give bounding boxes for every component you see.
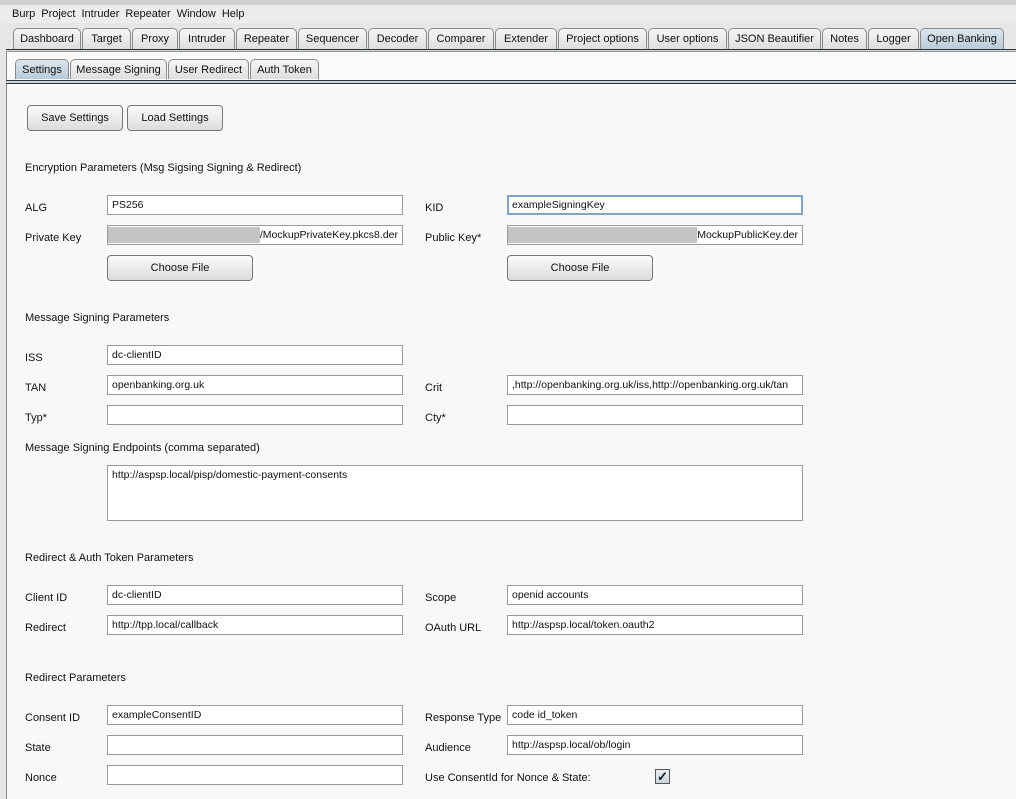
nonce-field[interactable] (107, 765, 403, 785)
public-key-filename: MockupPublicKey.der (697, 229, 798, 241)
response-type-label: Response Type (425, 712, 502, 724)
tab-proxy[interactable]: Proxy (132, 28, 178, 49)
tab-repeater[interactable]: Repeater (236, 28, 297, 49)
oauth-url-label: OAuth URL (425, 622, 482, 634)
audience-label: Audience (425, 742, 471, 754)
tab-dashboard[interactable]: Dashboard (13, 28, 81, 49)
consent-id-label: Consent ID (25, 712, 81, 724)
client-id-label: Client ID (25, 592, 68, 604)
menu-bar: Burp Project Intruder Repeater Window Help (0, 5, 1016, 23)
save-settings-button[interactable]: Save Settings (27, 105, 123, 131)
tab-open-banking[interactable]: Open Banking (920, 28, 1004, 49)
tab-user-options[interactable]: User options (648, 28, 727, 49)
tab-sequencer[interactable]: Sequencer (298, 28, 367, 49)
tab-project-options[interactable]: Project options (558, 28, 647, 49)
use-consent-id-checkbox[interactable]: ✓ (655, 769, 670, 784)
public-key-field[interactable]: MockupPublicKey.der (507, 225, 803, 245)
private-key-filename: /MockupPrivateKey.pkcs8.der (259, 229, 398, 241)
tab-target[interactable]: Target (82, 28, 131, 49)
section-encryption: Encryption Parameters (Msg Sigsing Signi… (25, 162, 302, 174)
typ-field[interactable] (107, 405, 403, 425)
scope-field[interactable]: openid accounts (507, 585, 803, 605)
tab-logger[interactable]: Logger (868, 28, 919, 49)
tab-extender[interactable]: Extender (495, 28, 557, 49)
response-type-field[interactable]: code id_token (507, 705, 803, 725)
section-signing: Message Signing Parameters (25, 312, 170, 324)
cty-label: Cty* (425, 412, 446, 424)
alg-field[interactable]: PS256 (107, 195, 403, 215)
private-key-path-redacted (108, 227, 260, 243)
menu-repeater[interactable]: Repeater (125, 8, 170, 20)
redirect-field[interactable]: http://tpp.local/callback (107, 615, 403, 635)
section-endpoints: Message Signing Endpoints (comma separat… (25, 442, 260, 454)
iss-label: ISS (25, 352, 43, 364)
client-id-field[interactable]: dc-clientID (107, 585, 403, 605)
iss-field[interactable]: dc-clientID (107, 345, 403, 365)
section-redirect-auth: Redirect & Auth Token Parameters (25, 552, 194, 564)
scope-label: Scope (425, 592, 457, 604)
section-redirect: Redirect Parameters (25, 672, 126, 684)
public-key-path-redacted (508, 227, 698, 243)
state-label: State (25, 742, 51, 754)
redirect-label: Redirect (25, 622, 66, 634)
tab-decoder[interactable]: Decoder (368, 28, 427, 49)
subtab-user-redirect[interactable]: User Redirect (168, 59, 249, 79)
public-key-label: Public Key* (425, 232, 482, 244)
subtab-auth-token[interactable]: Auth Token (250, 59, 319, 79)
consent-id-field[interactable]: exampleConsentID (107, 705, 403, 725)
subtab-settings[interactable]: Settings (15, 59, 69, 79)
main-tabs: Dashboard Target Proxy Intruder Repeater Sequ… (13, 28, 1005, 49)
tan-label: TAN (25, 382, 47, 394)
sub-tab-divider (6, 80, 1016, 84)
tab-intruder[interactable]: Intruder (179, 28, 235, 49)
choose-private-key-button[interactable]: Choose File (107, 255, 253, 281)
tab-json-beautifier[interactable]: JSON Beautifier (728, 28, 821, 49)
subtab-message-signing[interactable]: Message Signing (70, 59, 167, 79)
kid-field[interactable]: exampleSigningKey (507, 195, 803, 215)
state-field[interactable] (107, 735, 403, 755)
menu-intruder[interactable]: Intruder (82, 8, 120, 20)
typ-label: Typ* (25, 412, 48, 424)
tan-field[interactable]: openbanking.org.uk (107, 375, 403, 395)
alg-label: ALG (25, 202, 48, 214)
menu-window[interactable]: Window (177, 8, 216, 20)
kid-label: KID (425, 202, 444, 214)
tab-notes[interactable]: Notes (822, 28, 867, 49)
sub-tabs: Settings Message Signing User Redirect Auth… (15, 59, 320, 79)
choose-public-key-button[interactable]: Choose File (507, 255, 653, 281)
menu-project[interactable]: Project (41, 8, 75, 20)
cty-field[interactable] (507, 405, 803, 425)
tab-comparer[interactable]: Comparer (428, 28, 494, 49)
menu-help[interactable]: Help (222, 8, 245, 20)
crit-label: Crit (425, 382, 443, 394)
audience-field[interactable]: http://aspsp.local/ob/login (507, 735, 803, 755)
crit-field[interactable]: ,http://openbanking.org.uk/iss,http://op… (507, 375, 803, 395)
private-key-label: Private Key (25, 232, 82, 244)
menu-burp[interactable]: Burp (12, 8, 35, 20)
load-settings-button[interactable]: Load Settings (127, 105, 223, 131)
oauth-url-field[interactable]: http://aspsp.local/token.oauth2 (507, 615, 803, 635)
endpoints-textarea[interactable]: http://aspsp.local/pisp/domestic-payment… (107, 465, 803, 521)
use-consent-id-label: Use ConsentId for Nonce & State: (425, 772, 591, 784)
nonce-label: Nonce (25, 772, 57, 784)
private-key-field[interactable]: /MockupPrivateKey.pkcs8.der (107, 225, 403, 245)
